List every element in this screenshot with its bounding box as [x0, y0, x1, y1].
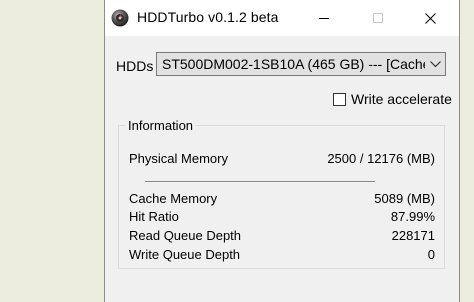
read-queue-depth-value: 228171: [391, 228, 435, 243]
maximize-icon: [373, 13, 383, 23]
chevron-down-icon[interactable]: [425, 53, 445, 75]
title-bar[interactable]: HDDTurbo v0.1.2 beta: [105, 0, 459, 36]
write-queue-depth-value: 0: [427, 247, 435, 262]
write-accelerate-checkbox[interactable]: [333, 92, 346, 106]
section-divider: [145, 181, 375, 182]
desktop-background: [460, 0, 474, 302]
desktop-background: [0, 0, 104, 302]
window-client-area: HDDs ST500DM002-1SB10A (465 GB) --- [Cac…: [105, 36, 459, 302]
app-window: HDDTurbo v0.1.2 beta HDDs ST500DM002-1SB…: [104, 0, 460, 302]
minimize-icon: [319, 17, 329, 19]
write-queue-depth-label: Write Queue Depth: [129, 247, 241, 262]
information-legend: Information: [125, 118, 197, 133]
hit-ratio-row: Hit Ratio 87.99%: [129, 209, 435, 227]
hit-ratio-value: 87.99%: [390, 209, 435, 224]
physical-memory-row: Physical Memory 2500 / 12176 (MB): [129, 151, 435, 169]
maximize-button[interactable]: [355, 0, 401, 36]
cache-memory-label: Cache Memory: [129, 191, 218, 206]
minimize-button[interactable]: [301, 0, 347, 36]
close-button[interactable]: [407, 0, 453, 36]
physical-memory-value: 2500 / 12176 (MB): [327, 151, 435, 166]
write-queue-depth-row: Write Queue Depth 0: [129, 247, 435, 265]
read-queue-depth-label: Read Queue Depth: [129, 228, 242, 243]
physical-memory-label: Physical Memory: [129, 151, 228, 166]
hdd-turbo-app-icon: [111, 9, 129, 27]
read-queue-depth-row: Read Queue Depth 228171: [129, 228, 435, 246]
cache-memory-row: Cache Memory 5089 (MB): [129, 191, 435, 209]
write-accelerate-option[interactable]: Write accelerate: [333, 91, 452, 107]
write-accelerate-label: Write accelerate: [351, 91, 452, 107]
cache-memory-value: 5089 (MB): [374, 191, 435, 206]
hdd-select-value: ST500DM002-1SB10A (465 GB) --- [Cache En…: [162, 56, 446, 72]
hit-ratio-label: Hit Ratio: [129, 209, 179, 224]
window-title: HDDTurbo v0.1.2 beta: [137, 9, 279, 25]
hdd-select[interactable]: ST500DM002-1SB10A (465 GB) --- [Cache En…: [156, 52, 446, 76]
close-icon: [424, 12, 436, 24]
hdds-label: HDDs: [116, 58, 154, 74]
